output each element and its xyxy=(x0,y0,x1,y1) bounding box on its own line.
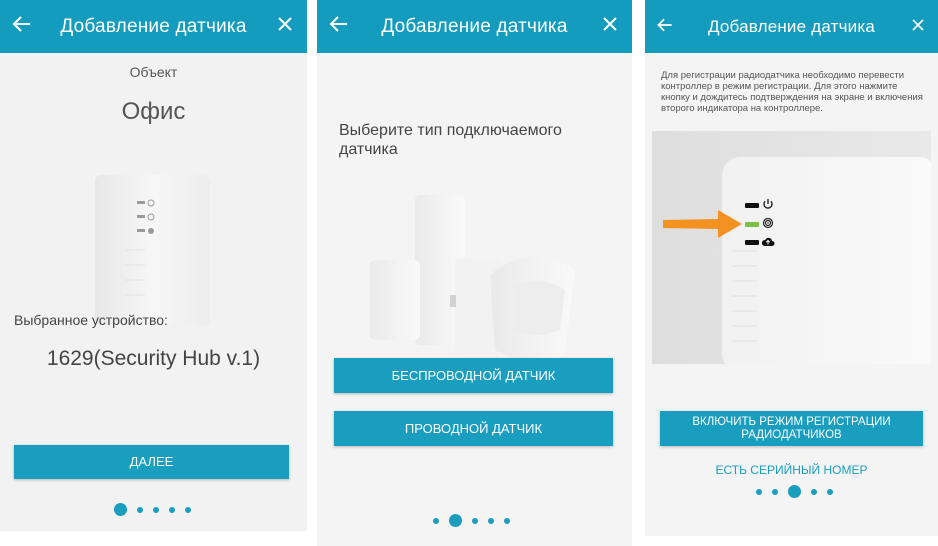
page-dot xyxy=(756,488,762,495)
fingerprint-icon xyxy=(762,217,774,229)
page-dot xyxy=(504,517,510,524)
page-title: Добавление датчика xyxy=(60,16,247,37)
controller-photo xyxy=(652,131,931,364)
sensor-type-prompt: Выберите тип подключаемого датчика xyxy=(339,122,562,158)
page-indicator xyxy=(114,503,191,516)
page-dot xyxy=(472,517,478,524)
object-label: Объект xyxy=(129,64,178,80)
close-icon[interactable] xyxy=(598,12,622,36)
device-value: 1629(Security Hub v.1) xyxy=(46,347,261,370)
enable-registration-button[interactable]: ВКЛЮЧИТЬ РЕЖИМ РЕГИСТРАЦИИ РАДИОДАТЧИКОВ xyxy=(660,411,923,446)
close-icon[interactable] xyxy=(273,12,297,36)
page-indicator xyxy=(433,514,510,527)
page-dot xyxy=(137,506,143,513)
page-dot xyxy=(827,488,833,495)
serial-number-link[interactable]: ЕСТЬ СЕРИЙНЫЙ НОМЕР xyxy=(645,463,938,477)
sensors-image xyxy=(370,195,575,361)
page-indicator xyxy=(756,485,833,498)
wireless-sensor-button[interactable]: БЕСПРОВОДНОЙ ДАТЧИК xyxy=(334,358,613,393)
page-dot xyxy=(153,506,159,513)
page-dot-active xyxy=(449,514,462,527)
page-title: Добавление датчика xyxy=(707,17,876,36)
page-dot xyxy=(488,517,494,524)
next-button[interactable]: ДАЛЕЕ xyxy=(14,445,289,479)
page-dot-active xyxy=(788,485,801,498)
screen-select-object: Добавление датчика Объект Офис Выбранное… xyxy=(0,0,307,531)
page-dot-active xyxy=(114,503,127,516)
screen-select-sensor-type: Добавление датчика Выберите тип подключа… xyxy=(317,0,632,546)
page-dot xyxy=(185,506,191,513)
screen-registration-mode: Добавление датчика Для регистрации радио… xyxy=(645,0,938,536)
page-dot xyxy=(772,488,778,495)
wired-sensor-button[interactable]: ПРОВОДНОЙ ДАТЧИК xyxy=(334,411,613,446)
app-bar: Добавление датчика xyxy=(317,0,632,53)
app-bar: Добавление датчика xyxy=(645,0,938,53)
power-icon xyxy=(763,199,773,209)
device-label: Выбранное устройство: xyxy=(14,312,168,328)
cloud-icon xyxy=(761,237,775,246)
page-dot xyxy=(169,506,175,513)
page-dot xyxy=(811,488,817,495)
page-title: Добавление датчика xyxy=(381,16,568,37)
object-value: Офис xyxy=(121,98,186,125)
arrow-pointer-icon xyxy=(663,210,742,238)
close-icon[interactable] xyxy=(908,15,928,35)
app-bar: Добавление датчика xyxy=(0,0,307,53)
hub-image xyxy=(95,175,210,325)
registration-instruction: Для регистрации радиодатчика необходимо … xyxy=(661,70,923,114)
page-dot xyxy=(433,517,439,524)
